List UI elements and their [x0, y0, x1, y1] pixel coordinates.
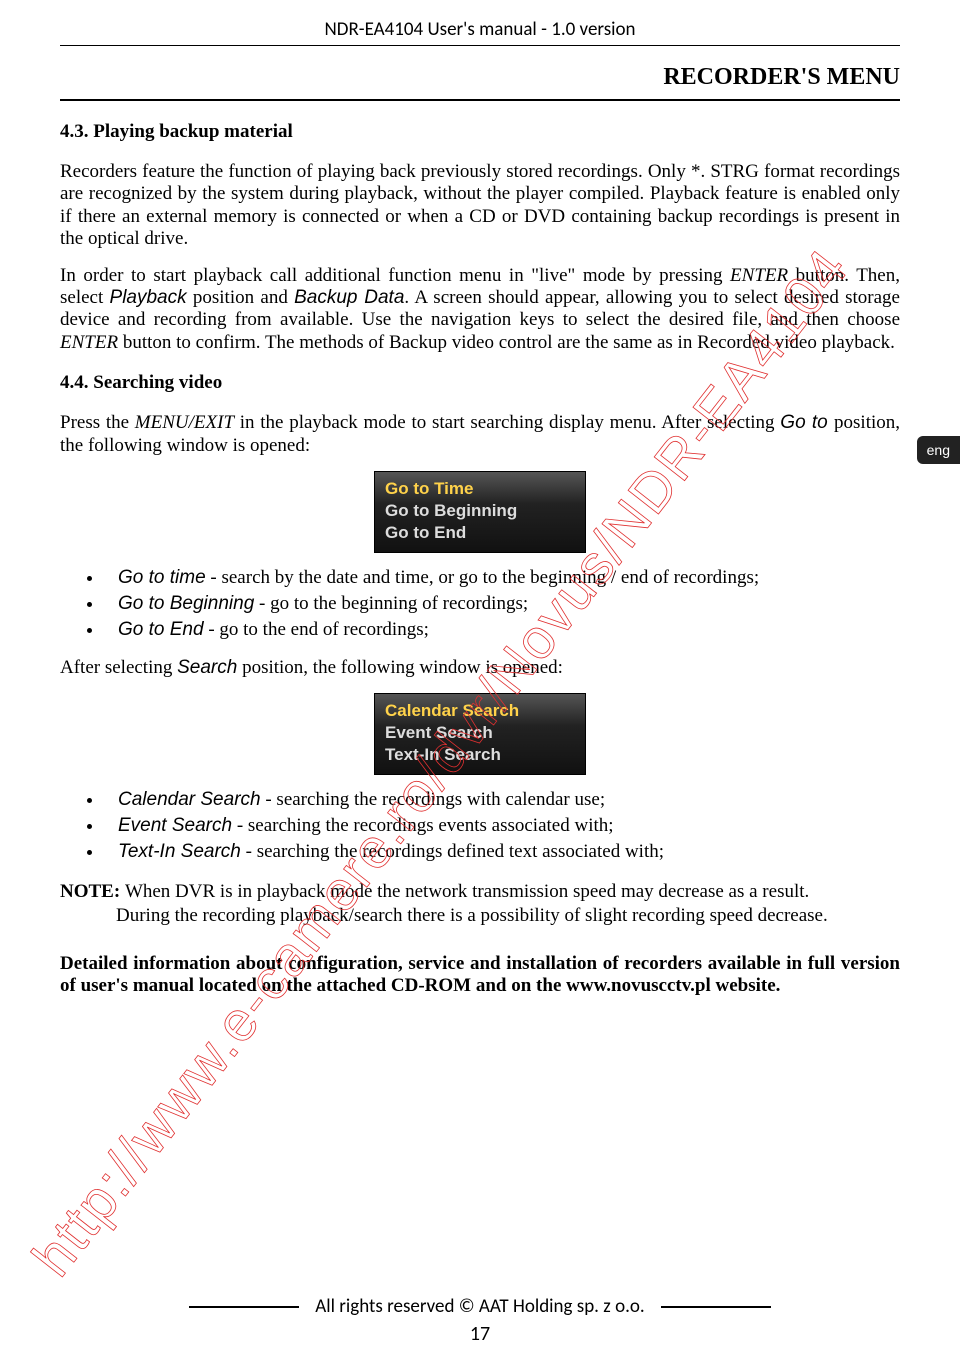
para-4-4-b: After selecting Search position, the fol…: [60, 657, 900, 679]
closing-paragraph: Detailed information about configuration…: [60, 953, 900, 997]
doc-header: NDR-EA4104 User's manual - 1.0 version: [60, 18, 900, 41]
text: position, the following window is opened…: [237, 657, 563, 678]
menu-item-calendar-search: Calendar Search: [385, 700, 575, 722]
text: position and: [187, 287, 294, 308]
kw-enter: ENTER: [730, 265, 788, 286]
kw-goto: Go to: [780, 412, 834, 433]
footer-line-left: [189, 1306, 299, 1308]
text: - searching the recordings with calendar…: [261, 789, 606, 810]
kw: Go to Beginning: [118, 593, 254, 614]
text: - go to the end of recordings;: [204, 619, 429, 640]
menu-goto-image: Go to Time Go to Beginning Go to End: [374, 471, 586, 553]
kw-search: Search: [177, 657, 237, 678]
bullets-search: Calendar Search - searching the recordin…: [60, 789, 900, 863]
kw: Go to End: [118, 619, 204, 640]
language-tab: eng: [917, 436, 960, 464]
kw: Text-In Search: [118, 841, 241, 862]
note-line1: When DVR is in playback mode the network…: [125, 881, 809, 902]
text: in the playback mode to start searching …: [234, 412, 780, 433]
footer-rule: All rights reserved © AAT Holding sp. z …: [60, 1295, 900, 1318]
para-4-4-a: Press the MENU/EXIT in the playback mode…: [60, 412, 900, 457]
text: In order to start playback call addition…: [60, 265, 730, 286]
footer-line-right: [661, 1306, 771, 1308]
kw: Event Search: [118, 815, 232, 836]
list-item: Calendar Search - searching the recordin…: [104, 789, 900, 811]
para-4-3-b: In order to start playback call addition…: [60, 265, 900, 355]
bullets-goto: Go to time - search by the date and time…: [60, 567, 900, 641]
text: - searching the recordings defined text …: [241, 841, 664, 862]
note-label: NOTE:: [60, 881, 125, 902]
section-title: RECORDER'S MENU: [60, 64, 900, 91]
list-item: Go to time - search by the date and time…: [104, 567, 900, 589]
double-rule: [60, 99, 900, 101]
footer: All rights reserved © AAT Holding sp. z …: [60, 1295, 900, 1346]
doc-header-rule: [60, 45, 900, 46]
kw-enter2: ENTER: [60, 332, 118, 353]
page: http://www.e-camere.ro/dvr/Novus/NDR-EA4…: [0, 0, 960, 1372]
kw-menu-exit: MENU/EXIT: [135, 412, 234, 433]
list-item: Event Search - searching the recordings …: [104, 815, 900, 837]
text: - go to the beginning of recordings;: [254, 593, 528, 614]
list-item: Text-In Search - searching the recording…: [104, 841, 900, 863]
kw: Go to time: [118, 567, 206, 588]
menu-item-go-to-beginning: Go to Beginning: [385, 500, 575, 522]
list-item: Go to Beginning - go to the beginning of…: [104, 593, 900, 615]
text: - searching the recordings events associ…: [232, 815, 613, 836]
kw-backup-data: Backup Data: [294, 287, 404, 308]
menu-item-event-search: Event Search: [385, 722, 575, 744]
menu-search-image: Calendar Search Event Search Text-In Sea…: [374, 693, 586, 775]
footer-text: All rights reserved © AAT Holding sp. z …: [315, 1295, 644, 1318]
text: button to confirm. The methods of Backup…: [118, 332, 895, 353]
note-block: NOTE: When DVR is in playback mode the n…: [60, 881, 900, 927]
menu-item-go-to-end: Go to End: [385, 522, 575, 544]
kw: Calendar Search: [118, 789, 261, 810]
note-line2: During the recording playback/search the…: [116, 905, 900, 927]
heading-4-4: 4.4. Searching video: [60, 372, 900, 394]
menu-item-text-in-search: Text-In Search: [385, 744, 575, 766]
text: - search by the date and time, or go to …: [206, 567, 759, 588]
list-item: Go to End - go to the end of recordings;: [104, 619, 900, 641]
text: After selecting: [60, 657, 177, 678]
kw-playback: Playback: [110, 287, 187, 308]
text: Press the: [60, 412, 135, 433]
heading-4-3: 4.3. Playing backup material: [60, 121, 900, 143]
menu-item-go-to-time: Go to Time: [385, 478, 575, 500]
para-4-3-a: Recorders feature the function of playin…: [60, 161, 900, 251]
page-number: 17: [60, 1322, 900, 1346]
